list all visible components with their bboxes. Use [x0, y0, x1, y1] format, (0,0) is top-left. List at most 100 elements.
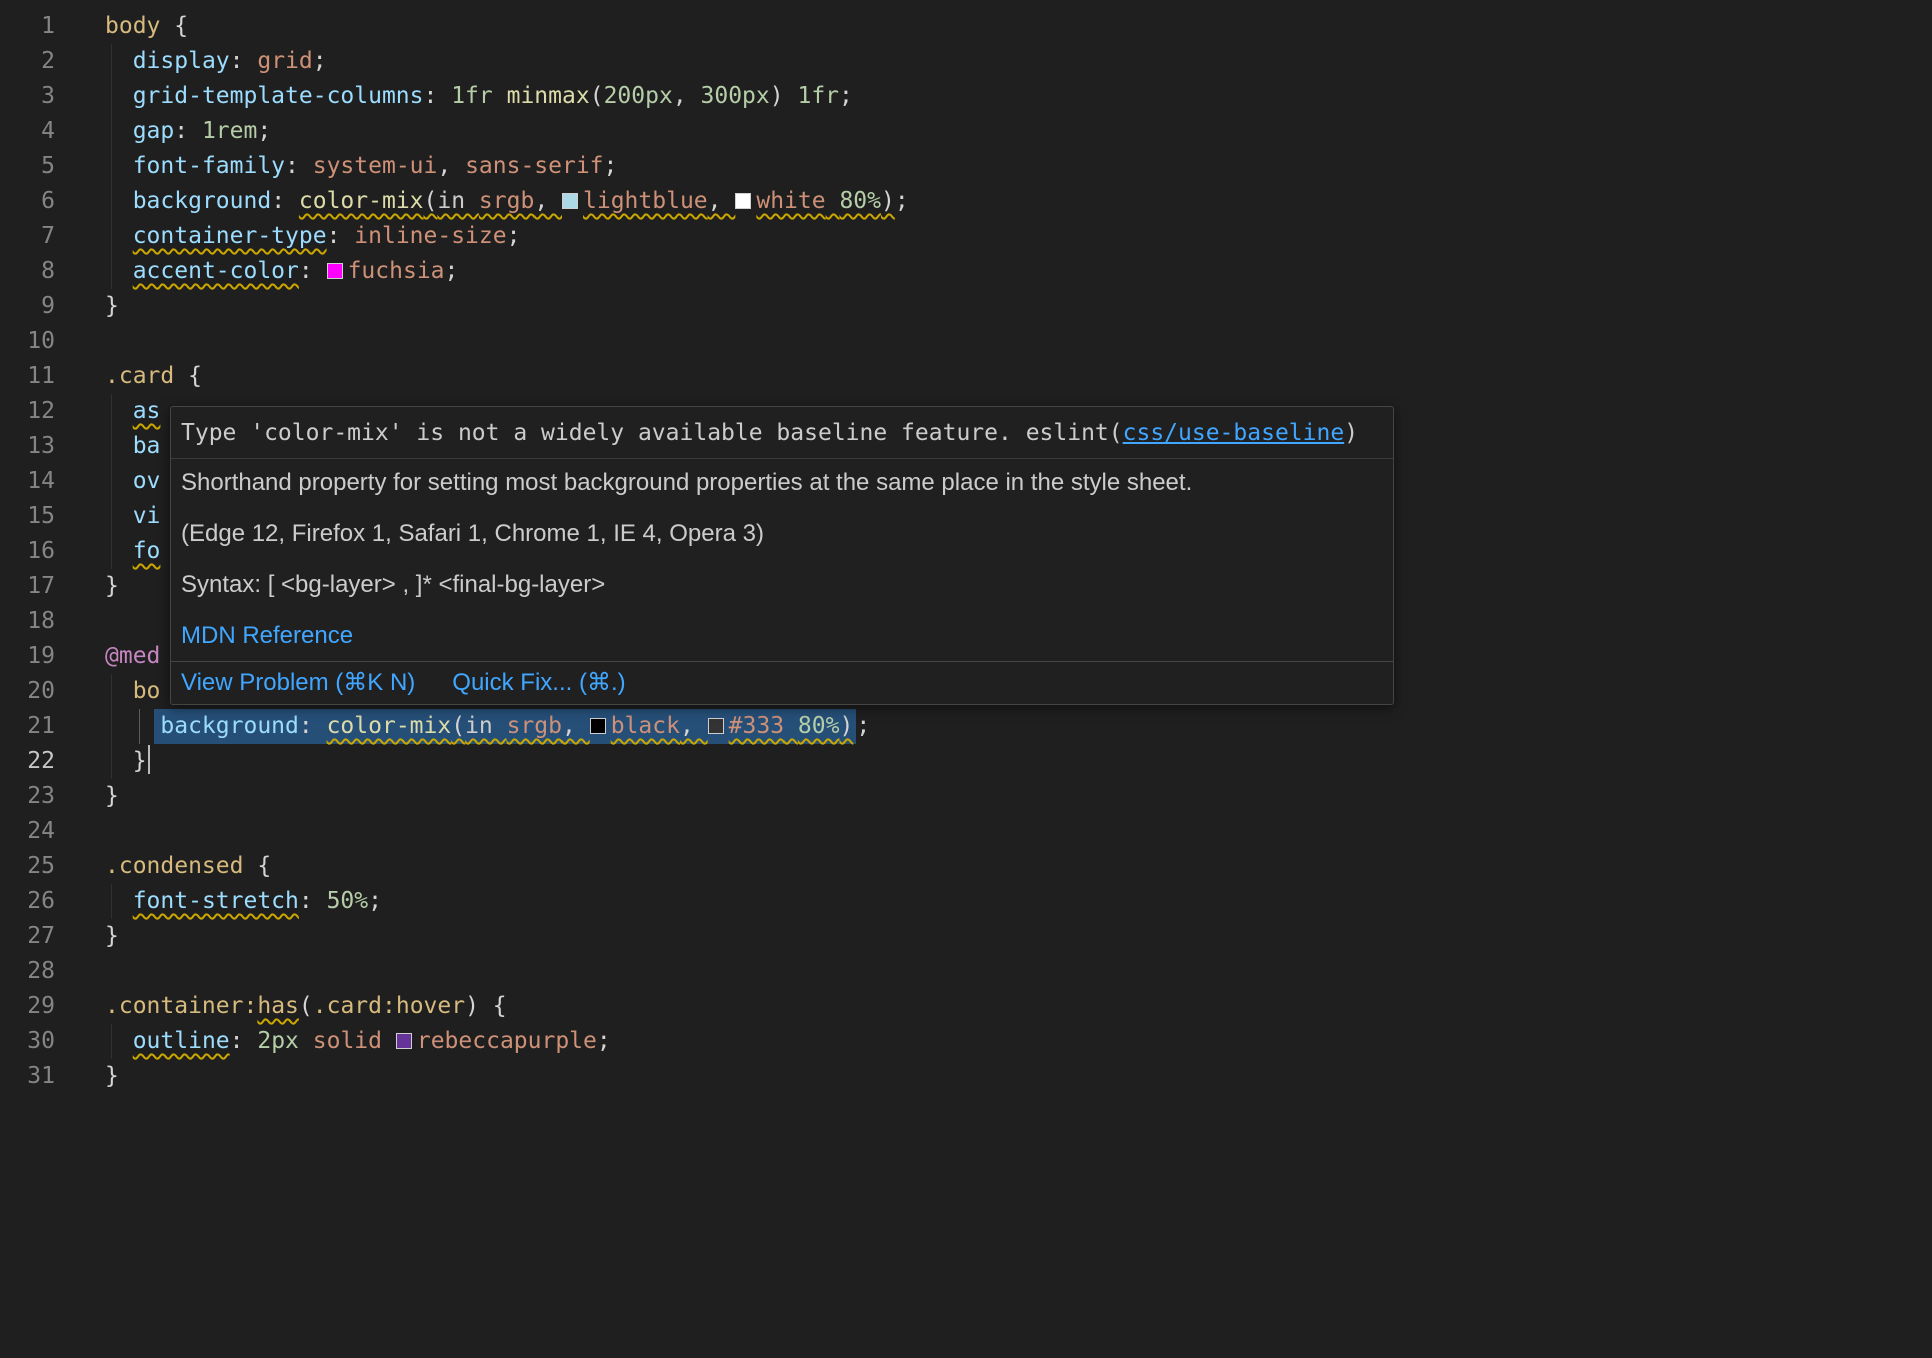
color-swatch[interactable] [708, 718, 724, 734]
color-swatch[interactable] [327, 263, 343, 279]
code-line-4[interactable]: gap: 1rem; [105, 114, 1932, 149]
code-line-29[interactable]: .container:has(.card:hover) { [105, 989, 1932, 1024]
code-line-6[interactable]: background: color-mix(in srgb, lightblue… [105, 184, 1932, 219]
line-number[interactable]: 27 [0, 919, 55, 954]
code-token: in [465, 713, 507, 739]
indent-guide [111, 499, 112, 534]
color-swatch[interactable] [590, 718, 606, 734]
code-line-28[interactable] [105, 954, 1932, 989]
code-token: vi [133, 503, 161, 529]
code-token: : [285, 153, 313, 179]
line-number[interactable]: 21 [0, 709, 55, 744]
code-token: : [243, 993, 257, 1019]
code-token: background [133, 188, 271, 214]
code-token: { [160, 13, 188, 39]
code-line-23[interactable]: } [105, 779, 1932, 814]
indent-guide [111, 254, 112, 289]
gutter: 1234567891011121314151617181920212223242… [0, 9, 70, 1358]
indent-guide [111, 429, 112, 464]
line-number[interactable]: 20 [0, 674, 55, 709]
line-number[interactable]: 1 [0, 9, 55, 44]
line-number[interactable]: 25 [0, 849, 55, 884]
code-token [105, 468, 133, 494]
line-number[interactable]: 31 [0, 1059, 55, 1094]
code-token: srgb [479, 188, 534, 214]
line-number[interactable]: 15 [0, 499, 55, 534]
line-number[interactable]: 28 [0, 954, 55, 989]
code-token: } [105, 293, 119, 319]
code-line-11[interactable]: .card { [105, 359, 1932, 394]
line-number[interactable]: 8 [0, 254, 55, 289]
code-line-8[interactable]: accent-color: fuchsia; [105, 254, 1932, 289]
line-number[interactable]: 10 [0, 324, 55, 359]
code-line-10[interactable] [105, 324, 1932, 359]
code-token: grid-template-columns [133, 83, 424, 109]
code-token: 50% [327, 888, 369, 914]
line-number[interactable]: 26 [0, 884, 55, 919]
line-number[interactable]: 9 [0, 289, 55, 324]
line-number[interactable]: 19 [0, 639, 55, 674]
code-token: : [230, 48, 258, 74]
code-line-21[interactable]: background: color-mix(in srgb, black, #3… [105, 709, 1932, 744]
line-number[interactable]: 23 [0, 779, 55, 814]
mdn-reference-link[interactable]: MDN Reference [181, 622, 353, 649]
line-number[interactable]: 18 [0, 604, 55, 639]
code-token: background [160, 713, 298, 739]
code-token [105, 713, 160, 739]
code-token: ) [770, 83, 784, 109]
code-token: sans-serif [465, 153, 603, 179]
color-swatch[interactable] [735, 193, 751, 209]
line-number[interactable]: 30 [0, 1024, 55, 1059]
line-number[interactable]: 24 [0, 814, 55, 849]
indent-guide [139, 709, 140, 744]
code-token: @med [105, 643, 160, 669]
view-problem-action[interactable]: View Problem (⌘K N) [181, 669, 415, 697]
line-number[interactable]: 5 [0, 149, 55, 184]
code-token: 200px [604, 83, 673, 109]
code-line-24[interactable] [105, 814, 1932, 849]
line-number[interactable]: 4 [0, 114, 55, 149]
code-token: ba [133, 433, 161, 459]
code-token [826, 188, 840, 214]
line-number[interactable]: 12 [0, 394, 55, 429]
line-number[interactable]: 6 [0, 184, 55, 219]
code-line-22[interactable]: } [105, 744, 1932, 779]
line-number[interactable]: 29 [0, 989, 55, 1024]
code-token: { [479, 993, 507, 1019]
code-token: } [105, 573, 119, 599]
code-line-7[interactable]: container-type: inline-size; [105, 219, 1932, 254]
code-line-2[interactable]: display: grid; [105, 44, 1932, 79]
code-token: : [327, 223, 355, 249]
line-number[interactable]: 16 [0, 534, 55, 569]
code-line-30[interactable]: outline: 2px solid rebeccapurple; [105, 1024, 1932, 1059]
code-line-25[interactable]: .condensed { [105, 849, 1932, 884]
code-token: : [271, 188, 299, 214]
line-number[interactable]: 17 [0, 569, 55, 604]
quick-fix-action[interactable]: Quick Fix... (⌘.) [452, 669, 625, 697]
line-number[interactable]: 22 [0, 744, 55, 779]
diagnostic-rule-link[interactable]: css/use-baseline [1123, 420, 1345, 446]
line-number[interactable]: 14 [0, 464, 55, 499]
code-line-9[interactable]: } [105, 289, 1932, 324]
code-line-3[interactable]: grid-template-columns: 1fr minmax(200px,… [105, 79, 1932, 114]
color-swatch[interactable] [396, 1033, 412, 1049]
line-number[interactable]: 3 [0, 79, 55, 114]
code-token: 1fr [797, 83, 839, 109]
code-line-26[interactable]: font-stretch: 50%; [105, 884, 1932, 919]
code-editor[interactable]: 1234567891011121314151617181920212223242… [0, 0, 1932, 1358]
code-token: 1rem [202, 118, 257, 144]
code-line-1[interactable]: body { [105, 9, 1932, 44]
color-swatch[interactable] [562, 193, 578, 209]
line-number[interactable]: 11 [0, 359, 55, 394]
code-token: } [105, 1063, 119, 1089]
docs-syntax: Syntax: [ <bg-layer> , ]* <final-bg-laye… [181, 570, 1383, 600]
line-number[interactable]: 7 [0, 219, 55, 254]
code-line-27[interactable]: } [105, 919, 1932, 954]
code-token: .card [313, 993, 382, 1019]
line-number[interactable]: 2 [0, 44, 55, 79]
line-number[interactable]: 13 [0, 429, 55, 464]
code-token: ov [133, 468, 161, 494]
code-line-5[interactable]: font-family: system-ui, sans-serif; [105, 149, 1932, 184]
code-line-31[interactable]: } [105, 1059, 1932, 1094]
diagnostic-source-close: ) [1344, 420, 1358, 446]
